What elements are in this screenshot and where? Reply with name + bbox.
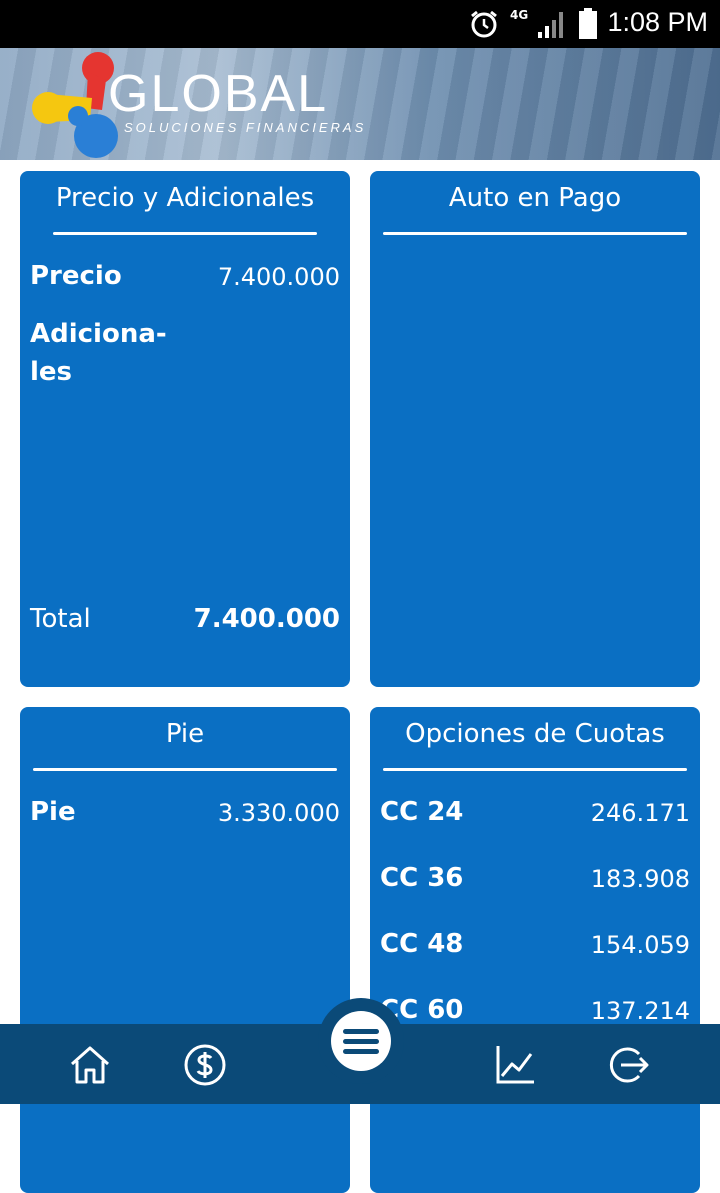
card-title: Pie: [165, 719, 205, 749]
divider: [53, 232, 317, 235]
card-title: Precio y Adicionales: [55, 183, 315, 213]
row-label-pie: Pie: [30, 797, 76, 827]
chart-icon[interactable]: [492, 1042, 538, 1088]
row-label-precio: Precio: [30, 261, 122, 291]
row-label-cc24: CC 24: [380, 797, 464, 827]
row-label-adicionales: Adiciona-: [30, 319, 167, 349]
signal-icon: [538, 12, 563, 38]
status-bar: 4G 1:08 PM: [0, 0, 720, 48]
card-title: Auto en Pago: [448, 183, 622, 213]
home-icon[interactable]: [67, 1042, 113, 1088]
row-label-adicionales-cutoff: les: [30, 357, 73, 381]
row-value-cc48: 154.059: [590, 931, 690, 959]
divider: [33, 768, 337, 771]
menu-icon: [343, 1029, 379, 1054]
cuotas-card: Opciones de Cuotas CC 24 246.171 CC 36 1…: [370, 707, 700, 1193]
auto-card: Auto en Pago: [370, 171, 700, 687]
logout-icon[interactable]: [605, 1042, 651, 1088]
menu-button-face: [331, 1011, 391, 1071]
dollar-icon[interactable]: [182, 1042, 228, 1088]
row-label-cc36: CC 36: [380, 863, 464, 893]
total-label: Total: [30, 604, 91, 634]
app-header: GLOBAL SOLUCIONES FINANCIERAS: [0, 48, 720, 160]
divider: [383, 232, 687, 235]
alarm-icon: [471, 10, 497, 38]
row-value-cc60: 137.214: [590, 997, 690, 1025]
row-value-precio: 7.400.000: [217, 263, 340, 291]
brand-tagline: SOLUCIONES FINANCIERAS: [124, 120, 367, 135]
network-type-icon: 4G: [510, 8, 529, 22]
row-value-pie: 3.330.000: [217, 799, 340, 827]
divider: [383, 768, 687, 771]
total-value: 7.400.000: [193, 604, 340, 634]
row-value-cc36: 183.908: [590, 865, 690, 893]
battery-icon: [579, 8, 597, 39]
pie-card: Pie Pie 3.330.000: [20, 707, 350, 1193]
card-title: Opciones de Cuotas: [405, 719, 665, 749]
status-time: 1:08 PM: [607, 7, 708, 37]
row-value-cc24: 246.171: [590, 799, 690, 827]
row-label-cc48: CC 48: [380, 929, 464, 959]
menu-button[interactable]: [318, 998, 404, 1084]
brand-name: GLOBAL: [108, 65, 329, 123]
precio-card: Precio y Adicionales Precio 7.400.000 Ad…: [20, 171, 350, 687]
